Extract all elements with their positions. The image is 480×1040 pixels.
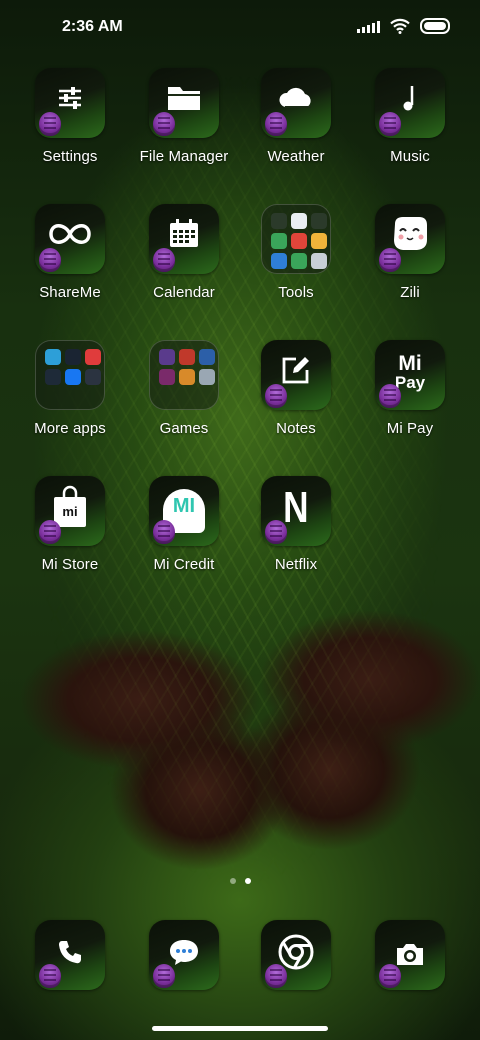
settings-tile [35, 68, 105, 138]
smiley-face-icon [394, 217, 427, 250]
message-bubble-icon [170, 940, 198, 965]
folder-grid-icon [149, 340, 219, 410]
app-mi-pay[interactable]: Mi Pay Mi Pay [355, 340, 465, 437]
infinity-icon [49, 224, 91, 244]
music-note-icon [403, 86, 414, 111]
pinecone-badge-icon [39, 964, 61, 988]
camera-icon [397, 944, 423, 965]
battery-icon [420, 18, 450, 34]
wifi-icon [390, 18, 410, 34]
app-label: Mi Credit [153, 556, 215, 573]
pinecone-badge-icon [379, 248, 401, 272]
pinecone-badge-icon [153, 964, 175, 988]
app-settings[interactable]: Settings [15, 68, 125, 165]
music-tile [375, 68, 445, 138]
app-mi-store[interactable]: mi Mi Store [15, 476, 125, 573]
pinecone-badge-icon [379, 112, 401, 136]
status-time: 2:36 AM [62, 18, 123, 35]
app-label: Mi Store [41, 556, 99, 573]
mi-store-logo-text: mi [62, 504, 78, 519]
app-calendar[interactable]: Calendar [129, 204, 239, 301]
app-label: Weather [267, 148, 325, 165]
phone-icon [59, 941, 81, 964]
pinecone-badge-icon [39, 520, 61, 544]
page-dot-active[interactable] [244, 878, 251, 884]
status-bar: 2:36 AM [0, 0, 480, 56]
page-dot[interactable] [229, 878, 236, 884]
dock-browser[interactable] [241, 920, 351, 990]
pinecone-badge-icon [265, 384, 287, 408]
home-indicator-bar[interactable] [152, 1026, 328, 1031]
app-label: Settings [42, 148, 98, 165]
zili-tile [375, 204, 445, 274]
pinecone-badge-icon [265, 520, 287, 544]
dock-camera[interactable] [355, 920, 465, 990]
pinecone-badge-icon [379, 384, 401, 408]
file-manager-tile [149, 68, 219, 138]
app-label: Netflix [274, 556, 318, 573]
mi-store-tile: mi [35, 476, 105, 546]
pinecone-badge-icon [153, 520, 175, 544]
app-netflix[interactable]: N Netflix [241, 476, 351, 573]
sliders-icon [59, 87, 81, 109]
mi-pay-tile: Mi Pay [375, 340, 445, 410]
mi-credit-tile: MI [149, 476, 219, 546]
app-zili[interactable]: Zili [355, 204, 465, 301]
pinecone-badge-icon [153, 112, 175, 136]
app-music[interactable]: Music [355, 68, 465, 165]
signal-icon [357, 19, 380, 33]
pinecone-badge-icon [153, 248, 175, 272]
pinecone-badge-icon [265, 964, 287, 988]
calendar-icon [170, 219, 198, 247]
folder-grid-icon [261, 204, 331, 274]
mi-pay-logo-bottom: Pay [394, 373, 426, 392]
netflix-n-icon: N [283, 483, 309, 532]
app-label: Calendar [153, 284, 215, 301]
browser-tile [261, 920, 331, 990]
weather-tile [261, 68, 331, 138]
app-label: Notes [276, 420, 316, 437]
app-label: Mi Pay [386, 420, 434, 437]
app-mi-credit[interactable]: MI Mi Credit [129, 476, 239, 573]
mi-pay-logo-top: Mi [398, 352, 422, 375]
folder-more-apps[interactable]: More apps [15, 340, 125, 437]
app-weather[interactable]: Weather [241, 68, 351, 165]
app-label: Games [159, 420, 209, 437]
dock-messages[interactable] [129, 920, 239, 990]
app-label: Tools [278, 284, 314, 301]
app-label: File Manager [139, 148, 229, 165]
shareme-tile [35, 204, 105, 274]
calendar-tile [149, 204, 219, 274]
mi-pay-logo: Mi Pay [395, 353, 425, 391]
phone-tile [35, 920, 105, 990]
cloud-icon [279, 87, 311, 108]
folder-games[interactable]: Games [129, 340, 239, 437]
pinecone-badge-icon [379, 964, 401, 988]
messages-tile [149, 920, 219, 990]
app-shareme[interactable]: ShareMe [15, 204, 125, 301]
folder-icon [168, 87, 200, 110]
app-label: Music [390, 148, 430, 165]
folder-tools[interactable]: Tools [241, 204, 351, 301]
dock-phone[interactable] [15, 920, 125, 990]
chrome-icon [278, 934, 314, 970]
pinecone-badge-icon [265, 112, 287, 136]
netflix-tile: N [261, 476, 331, 546]
folder-grid-icon [35, 340, 105, 410]
pinecone-badge-icon [39, 112, 61, 136]
app-notes[interactable]: Notes [241, 340, 351, 437]
app-label: ShareMe [39, 284, 101, 301]
edit-pencil-icon [282, 357, 309, 384]
app-label: Zili [400, 284, 420, 301]
status-icons [357, 18, 450, 34]
mi-credit-logo-text: MI [172, 495, 196, 517]
pinecone-badge-icon [39, 248, 61, 272]
notes-tile [261, 340, 331, 410]
camera-tile [375, 920, 445, 990]
page-indicator [0, 878, 480, 884]
app-label: More apps [34, 420, 106, 437]
app-file-manager[interactable]: File Manager [129, 68, 239, 165]
